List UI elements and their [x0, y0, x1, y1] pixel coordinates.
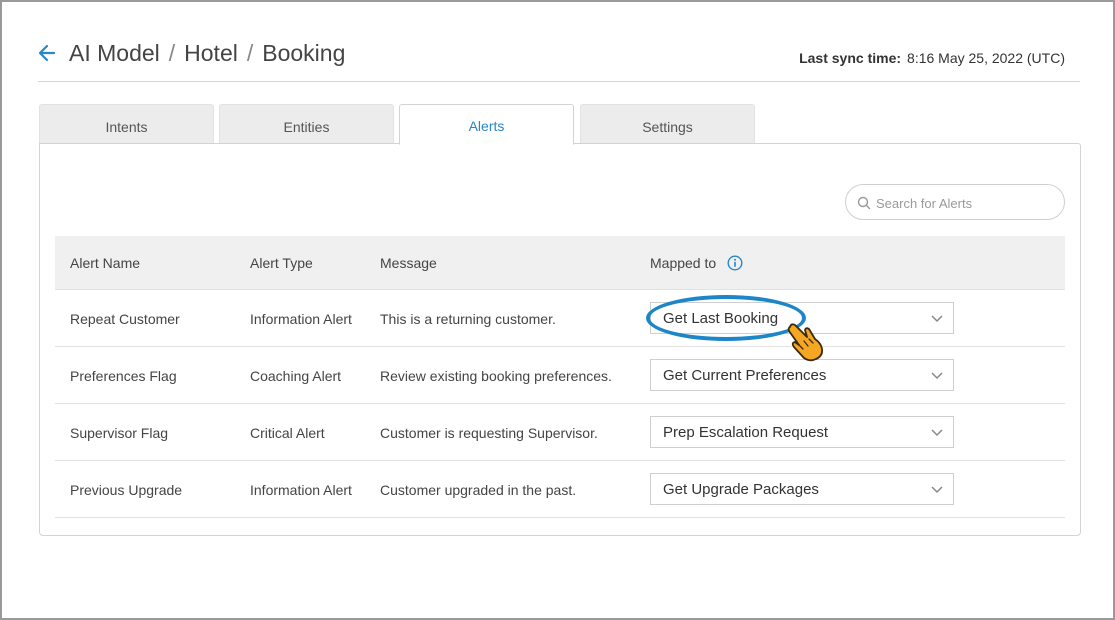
search-icon [857, 196, 871, 210]
chevron-down-icon [931, 429, 943, 437]
message-cell: Customer upgraded in the past. [380, 482, 577, 498]
alert-name-cell: Supervisor Flag [70, 425, 169, 441]
last-sync-info: Last sync time: 8:16 May 25, 2022 (UTC) [799, 50, 1065, 66]
mapped-to-dropdown[interactable]: Get Last Booking [650, 302, 954, 334]
alert-name-cell: Previous Upgrade [70, 482, 183, 498]
last-sync-label: Last sync time: [799, 50, 902, 66]
chevron-down-icon [931, 372, 943, 380]
alert-name-cell: Repeat Customer [70, 311, 180, 327]
breadcrumb-separator: / [246, 40, 254, 66]
mapped-to-dropdown[interactable]: Get Upgrade Packages [650, 473, 954, 505]
tab-settings[interactable]: Settings [580, 104, 755, 144]
column-header-alert-name: Alert Name [70, 255, 141, 271]
alert-type-cell: Information Alert [250, 311, 352, 327]
back-arrow-icon[interactable] [38, 42, 56, 64]
mapped-to-value: Prep Escalation Request [663, 424, 829, 441]
alert-type-cell: Critical Alert [250, 425, 325, 441]
last-sync-value: 8:16 May 25, 2022 (UTC) [907, 50, 1065, 66]
message-cell: Customer is requesting Supervisor. [380, 425, 598, 441]
app-frame: AI Model / Hotel / Booking Last sync time: 8:… [0, 0, 1115, 620]
chevron-down-icon [931, 486, 943, 494]
info-icon[interactable] [727, 255, 743, 276]
table-row: Preferences Flag Coaching Alert Review e… [55, 347, 1065, 404]
tab-entities[interactable]: Entities [219, 104, 394, 144]
mapped-to-dropdown[interactable]: Get Current Preferences [650, 359, 954, 391]
alerts-panel: Alert Name Alert Type Message Mapped to … [39, 143, 1081, 536]
column-header-mapped-to: Mapped to [650, 255, 717, 271]
tab-intents[interactable]: Intents [39, 104, 214, 144]
search-input[interactable] [876, 191, 1056, 215]
page-header: AI Model / Hotel / Booking Last sync time: 8:… [38, 40, 1080, 82]
table-row: Previous Upgrade Information Alert Custo… [55, 461, 1065, 518]
message-cell: This is a returning customer. [380, 311, 556, 327]
column-header-message: Message [380, 255, 437, 271]
breadcrumb-item-hotel[interactable]: Hotel [184, 40, 238, 66]
breadcrumb: AI Model / Hotel / Booking [69, 40, 345, 67]
search-box[interactable] [845, 184, 1065, 220]
alert-name-cell: Preferences Flag [70, 368, 177, 384]
mapped-to-value: Get Current Preferences [663, 367, 827, 384]
tab-alerts[interactable]: Alerts [399, 104, 574, 145]
breadcrumb-item-booking: Booking [262, 40, 346, 66]
message-cell: Review existing booking preferences. [380, 368, 612, 384]
alert-type-cell: Coaching Alert [250, 368, 342, 384]
table-header: Alert Name Alert Type Message Mapped to [55, 236, 1065, 290]
alert-type-cell: Information Alert [250, 482, 352, 498]
mapped-to-value: Get Last Booking [663, 310, 779, 327]
breadcrumb-separator: / [168, 40, 176, 66]
column-header-alert-type: Alert Type [250, 255, 313, 271]
table-row: Supervisor Flag Critical Alert Customer … [55, 404, 1065, 461]
mapped-to-value: Get Upgrade Packages [663, 481, 819, 498]
chevron-down-icon [931, 315, 943, 323]
breadcrumb-item-ai-model[interactable]: AI Model [69, 40, 160, 66]
table-row: Repeat Customer Information Alert This i… [55, 290, 1065, 347]
mapped-to-dropdown[interactable]: Prep Escalation Request [650, 416, 954, 448]
